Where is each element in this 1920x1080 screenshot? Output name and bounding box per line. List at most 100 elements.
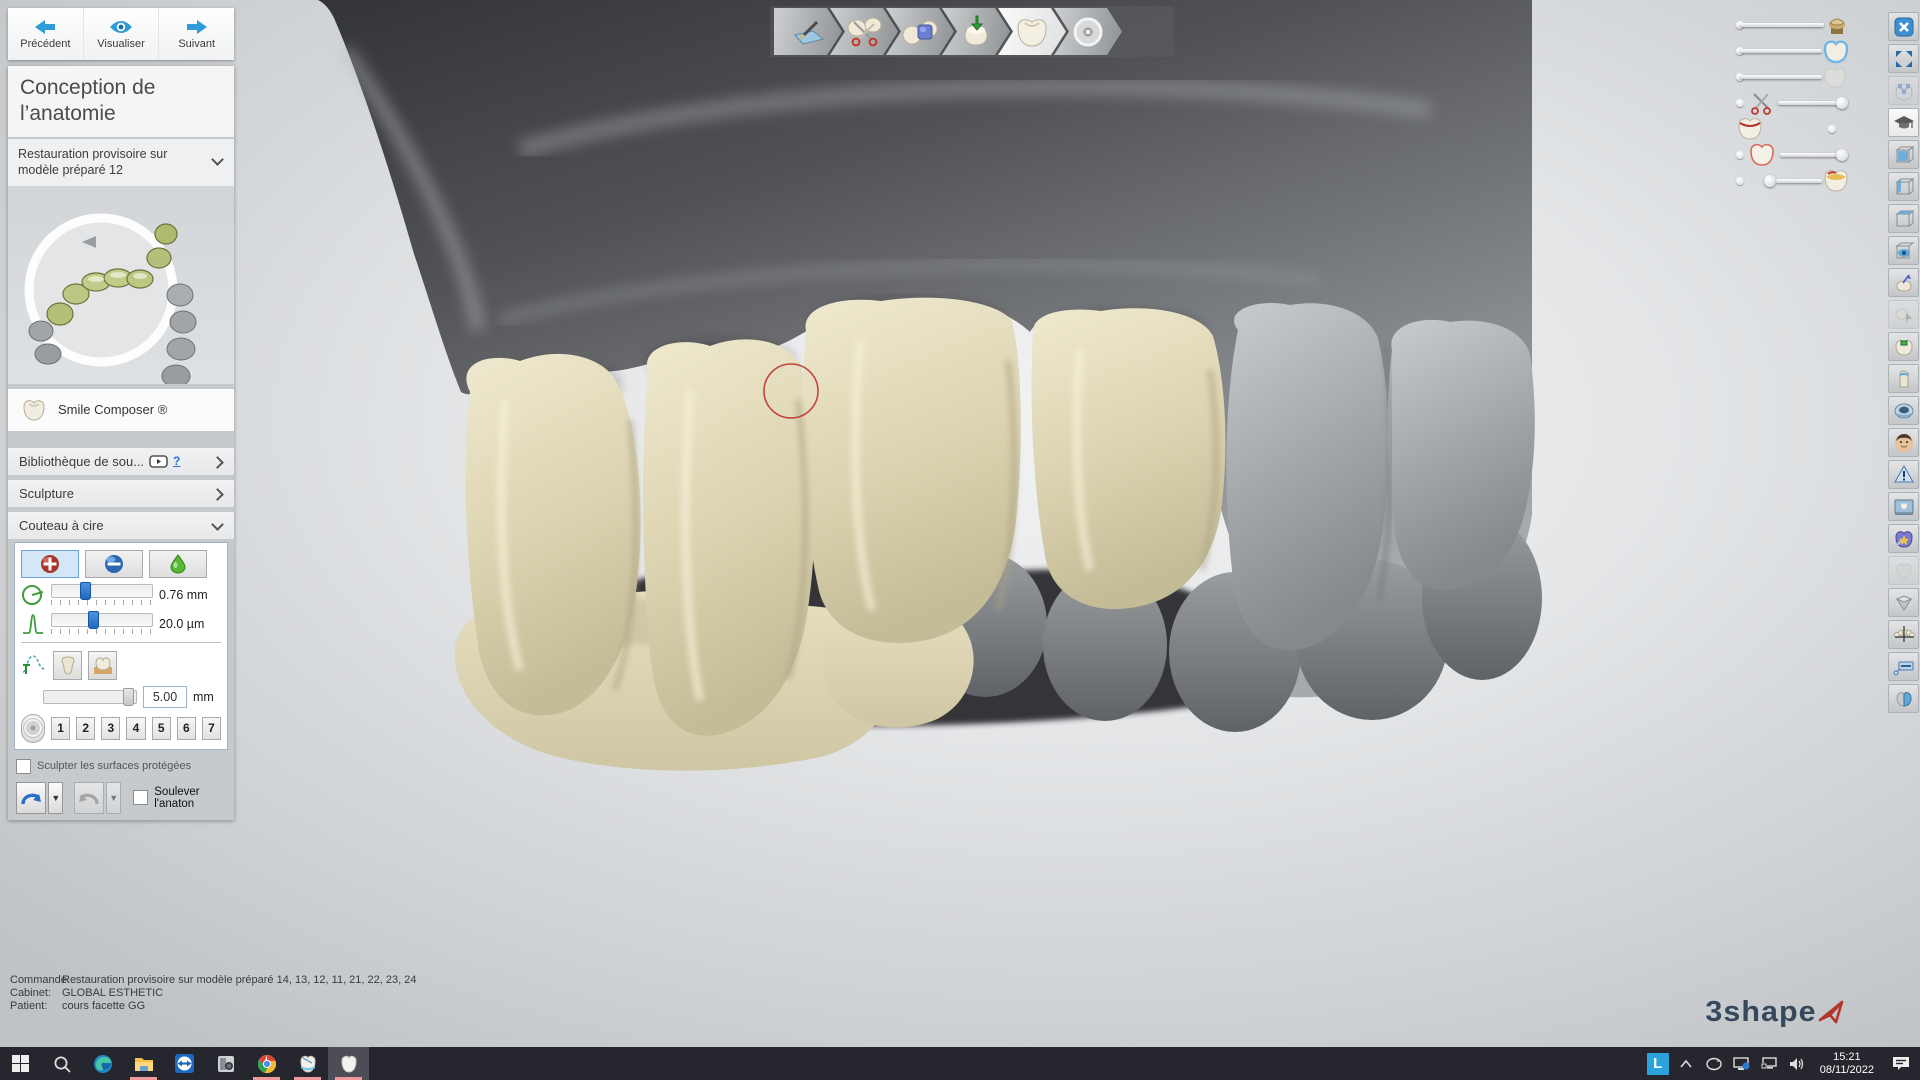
- close-button[interactable]: [1888, 12, 1919, 41]
- 3d-viewport[interactable]: [0, 0, 1920, 1047]
- tooth-measure-button[interactable]: [1888, 268, 1919, 297]
- camera-icon: [217, 1055, 235, 1073]
- redo-button[interactable]: [74, 782, 104, 814]
- restoration-step-selector[interactable]: Restauration provisoire sur modèle prépa…: [8, 139, 234, 186]
- taskbar-clock[interactable]: 15:21 08/11/2022: [1812, 1051, 1882, 1077]
- screenshot-button[interactable]: [1888, 492, 1919, 521]
- smile-design-button[interactable]: [1888, 524, 1919, 553]
- notification-icon: [1892, 1056, 1910, 1072]
- visibility-slider-shaded-model[interactable]: [1736, 168, 1850, 194]
- patient-photo-icon: [1894, 433, 1914, 453]
- redo-dropdown-button[interactable]: ▼: [106, 782, 121, 814]
- radius-slider-handle[interactable]: [80, 582, 91, 600]
- visibility-slider-cut-margin[interactable]: [1736, 90, 1850, 116]
- remove-wax-button[interactable]: [85, 550, 143, 578]
- network-tray-icon[interactable]: [1756, 1047, 1784, 1080]
- previous-button[interactable]: Précédent: [8, 8, 84, 60]
- edge-button[interactable]: [82, 1047, 123, 1080]
- display-tray-icon[interactable]: [1728, 1047, 1756, 1080]
- distance-slider-handle[interactable]: [123, 688, 134, 706]
- next-button[interactable]: Suivant: [159, 8, 234, 60]
- full-tooth-mode-button[interactable]: [53, 651, 82, 680]
- protect-surfaces-checkbox[interactable]: [16, 759, 31, 774]
- smile-composer-row[interactable]: Smile Composer ®: [8, 389, 234, 431]
- sculpture-label: Sculpture: [19, 486, 74, 501]
- level-button-1[interactable]: 1: [51, 717, 70, 740]
- lift-anatomy-checkbox[interactable]: [133, 790, 148, 805]
- level-button-6[interactable]: 6: [177, 717, 196, 740]
- wax-knife-section-header[interactable]: Couteau à cire: [8, 512, 234, 539]
- volume-tray-icon[interactable]: [1784, 1047, 1812, 1080]
- level-button-2[interactable]: 2: [76, 717, 95, 740]
- tooth-clamp-button[interactable]: [1888, 332, 1919, 361]
- view-diamond-button[interactable]: [1888, 588, 1919, 617]
- arch-overview[interactable]: [8, 186, 234, 384]
- cross-section-icon: [1893, 658, 1915, 676]
- tooth-compare-button[interactable]: [1888, 684, 1919, 713]
- start-button[interactable]: [0, 1047, 41, 1080]
- warnings-button[interactable]: [1888, 460, 1919, 489]
- tooth-slice-button[interactable]: [1888, 364, 1919, 393]
- cube-top-icon: [1894, 209, 1914, 229]
- library-section-header[interactable]: Bibliothèque de sou... ?: [8, 448, 234, 475]
- level-button-5[interactable]: 5: [152, 717, 171, 740]
- command-value: Restauration provisoire sur modèle prépa…: [62, 974, 416, 987]
- smooth-droplet-icon: [170, 554, 186, 574]
- cabinet-value: GLOBAL ESTHETIC: [62, 987, 163, 1000]
- fullscreen-button[interactable]: [1888, 44, 1919, 73]
- help-link[interactable]: ?: [173, 454, 180, 468]
- language-tool-tray-icon[interactable]: L: [1644, 1047, 1672, 1080]
- tooth-ghost-button[interactable]: [1888, 556, 1919, 585]
- notification-center-button[interactable]: [1882, 1047, 1920, 1080]
- occlusal-plane-button[interactable]: [1888, 620, 1919, 649]
- file-explorer-button[interactable]: [123, 1047, 164, 1080]
- undo-button[interactable]: [16, 782, 46, 814]
- onedrive-tray-icon[interactable]: [1700, 1047, 1728, 1080]
- dental-app-2-button[interactable]: [328, 1047, 369, 1080]
- smoothness-slider-handle[interactable]: [88, 611, 99, 629]
- visibility-slider-margin-line[interactable]: [1736, 116, 1850, 142]
- view-cube-front-button[interactable]: [1888, 140, 1919, 169]
- dental-app-1-button[interactable]: [287, 1047, 328, 1080]
- level-button-3[interactable]: 3: [101, 717, 120, 740]
- distance-value-box[interactable]: 5.00: [143, 686, 187, 708]
- tooth-select-button[interactable]: [1888, 300, 1919, 329]
- workflow-step-sketch-plan[interactable]: [774, 8, 842, 55]
- visibility-slider-restoration-ghost[interactable]: [1736, 64, 1850, 90]
- tooth-gauge-button[interactable]: [1888, 396, 1919, 425]
- visibility-slider-die[interactable]: [1736, 12, 1850, 38]
- wax-disc-button[interactable]: [21, 714, 45, 743]
- undo-dropdown-button[interactable]: ▼: [48, 782, 63, 814]
- fullscreen-icon: [1894, 49, 1914, 69]
- view-button[interactable]: Visualiser: [84, 8, 160, 60]
- view-label: Visualiser: [97, 38, 145, 50]
- view-cube-top-button[interactable]: [1888, 204, 1919, 233]
- close-icon: [1894, 17, 1914, 37]
- smoothness-slider[interactable]: [51, 613, 153, 627]
- cross-section-button[interactable]: [1888, 652, 1919, 681]
- crown-on-gum-mode-button[interactable]: [88, 651, 117, 680]
- tray-expand-chevron[interactable]: [1672, 1047, 1700, 1080]
- video-icon[interactable]: [149, 455, 168, 468]
- level-button-7[interactable]: 7: [202, 717, 221, 740]
- level-button-4[interactable]: 4: [126, 717, 145, 740]
- smooth-wax-button[interactable]: [149, 550, 207, 578]
- view-cube-perspective-button[interactable]: [1888, 236, 1919, 265]
- tutorial-button[interactable]: [1888, 108, 1919, 137]
- radius-slider[interactable]: [51, 584, 153, 598]
- chrome-button[interactable]: [246, 1047, 287, 1080]
- patient-photo-button[interactable]: [1888, 428, 1919, 457]
- visibility-slider-outline[interactable]: [1736, 142, 1850, 168]
- search-button[interactable]: [41, 1047, 82, 1080]
- add-wax-button[interactable]: [21, 550, 79, 578]
- distance-slider[interactable]: [43, 690, 137, 704]
- sculpture-section-header[interactable]: Sculpture: [8, 480, 234, 507]
- chevron-right-icon: [211, 456, 224, 469]
- teamviewer-button[interactable]: [164, 1047, 205, 1080]
- visibility-slider-restoration-highlight[interactable]: [1736, 38, 1850, 64]
- network-disc-button[interactable]: [1888, 76, 1919, 105]
- camera-app-button[interactable]: [205, 1047, 246, 1080]
- view-cube-side-button[interactable]: [1888, 172, 1919, 201]
- profile-row: [21, 651, 221, 680]
- smoothness-value: 20.0 µm: [159, 617, 204, 631]
